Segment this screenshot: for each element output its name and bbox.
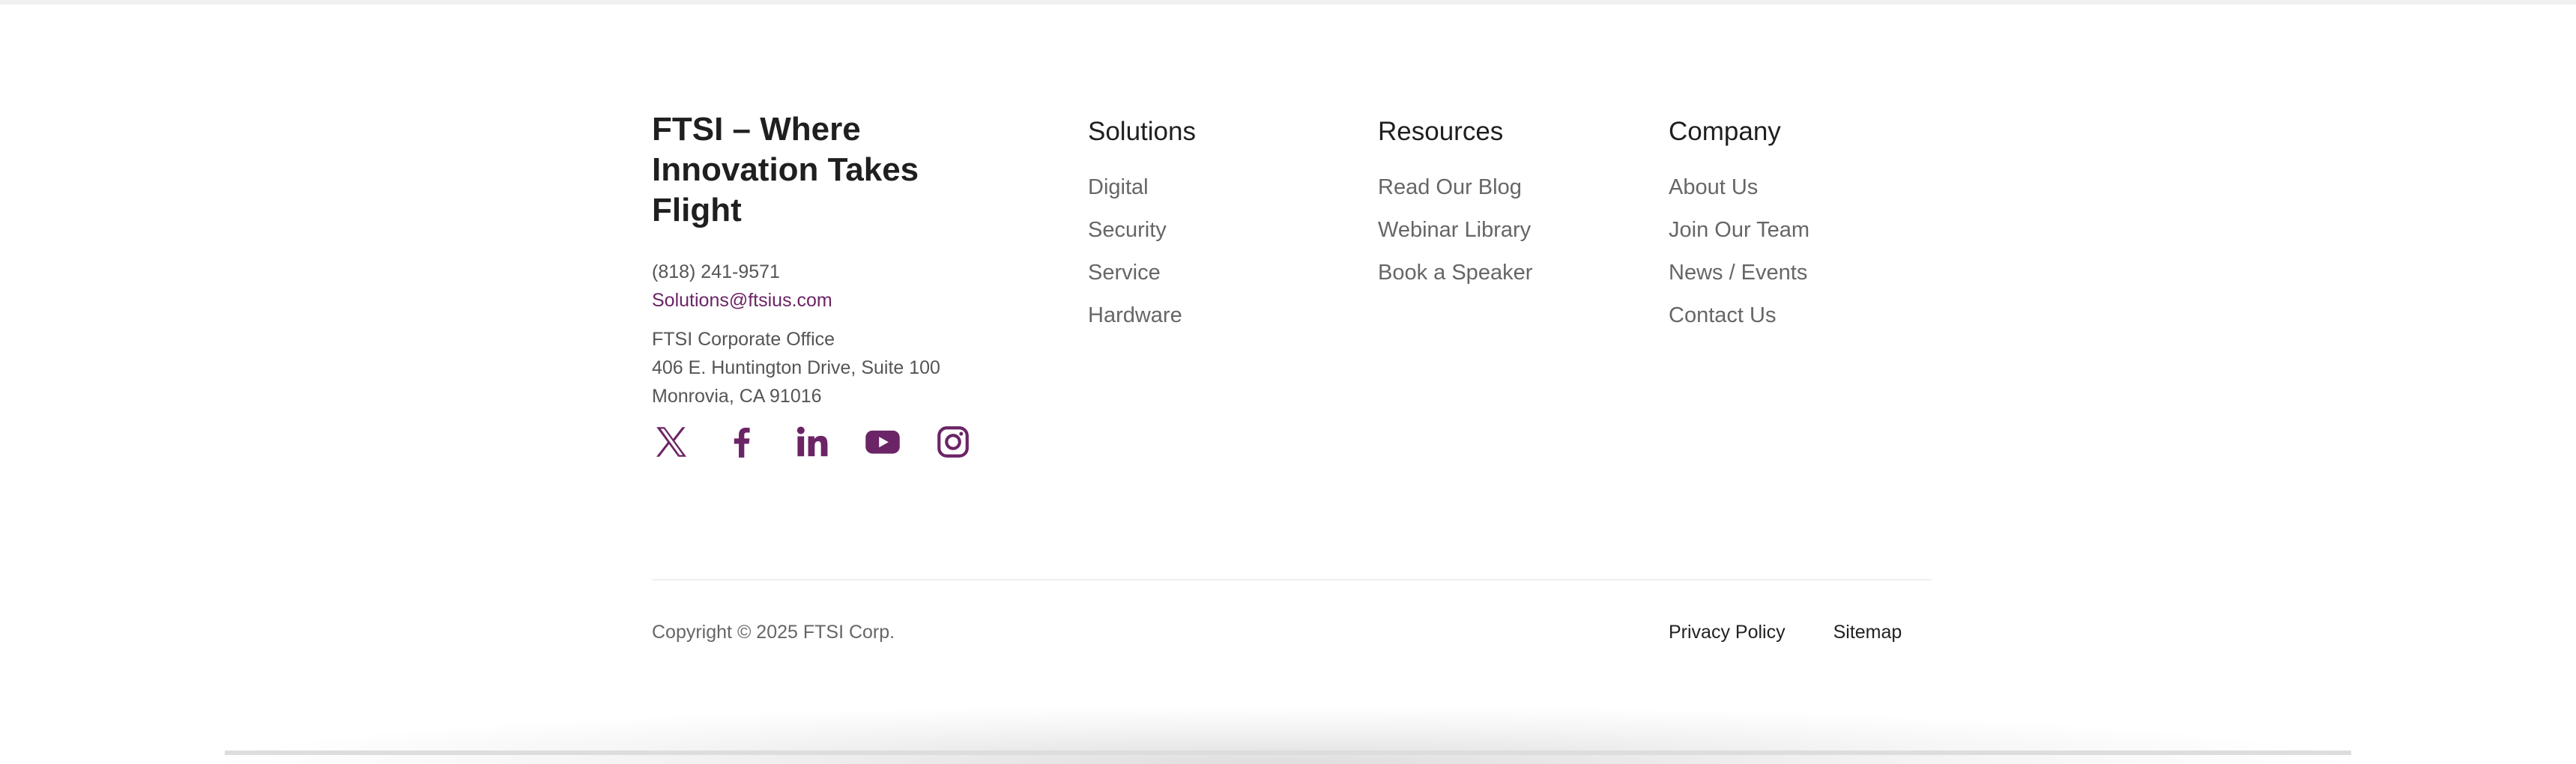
footer-address: FTSI Corporate Office 406 E. Huntington … bbox=[652, 325, 997, 410]
footer-divider bbox=[652, 579, 1932, 580]
address-line: 406 E. Huntington Drive, Suite 100 bbox=[652, 357, 940, 378]
footer-link-about-us[interactable]: About Us bbox=[1669, 166, 1809, 209]
footer-brand-column: FTSI – Where Innovation Takes Flight (81… bbox=[652, 109, 997, 461]
privacy-policy-link[interactable]: Privacy Policy bbox=[1669, 619, 1786, 646]
footer-link-contact-us[interactable]: Contact Us bbox=[1669, 294, 1809, 337]
facebook-icon[interactable] bbox=[722, 422, 761, 461]
footer-link-security[interactable]: Security bbox=[1088, 209, 1196, 252]
footer-brand-title: FTSI – Where Innovation Takes Flight bbox=[652, 111, 919, 228]
youtube-icon[interactable] bbox=[863, 422, 902, 461]
footer-column-solutions: Solutions Digital Security Service Hardw… bbox=[1088, 112, 1196, 337]
footer-link-hardware[interactable]: Hardware bbox=[1088, 294, 1196, 337]
x-icon[interactable] bbox=[652, 422, 691, 461]
footer-link-service[interactable]: Service bbox=[1088, 252, 1196, 294]
footer-link-blog[interactable]: Read Our Blog bbox=[1378, 166, 1532, 209]
footer-link-book-speaker[interactable]: Book a Speaker bbox=[1378, 252, 1532, 294]
footer-legal-links: Privacy Policy Sitemap bbox=[1669, 619, 1902, 646]
bottom-edge bbox=[225, 751, 2351, 755]
footer-column-heading: Resources bbox=[1378, 117, 1504, 146]
footer-link-join-our-team[interactable]: Join Our Team bbox=[1669, 209, 1809, 252]
linkedin-icon[interactable] bbox=[793, 422, 832, 461]
footer-column-resources: Resources Read Our Blog Webinar Library … bbox=[1378, 112, 1532, 294]
instagram-icon[interactable] bbox=[934, 422, 973, 461]
site-footer: FTSI – Where Innovation Takes Flight (81… bbox=[652, 0, 1932, 755]
footer-column-heading: Solutions bbox=[1088, 117, 1196, 146]
sitemap-link[interactable]: Sitemap bbox=[1833, 619, 1902, 646]
footer-column-heading: Company bbox=[1669, 117, 1781, 146]
footer-link-webinar-library[interactable]: Webinar Library bbox=[1378, 209, 1532, 252]
address-line: Monrovia, CA 91016 bbox=[652, 386, 822, 407]
footer-column-company: Company About Us Join Our Team News / Ev… bbox=[1669, 112, 1809, 337]
footer-link-news-events[interactable]: News / Events bbox=[1669, 252, 1809, 294]
footer-email-link[interactable]: Solutions@ftsius.com bbox=[652, 286, 997, 315]
footer-phone[interactable]: (818) 241-9571 bbox=[652, 258, 997, 286]
social-links bbox=[652, 422, 997, 461]
copyright-text: Copyright © 2025 FTSI Corp. bbox=[652, 622, 895, 643]
bottom-shadow bbox=[195, 704, 2368, 764]
footer-link-digital[interactable]: Digital bbox=[1088, 166, 1196, 209]
address-line: FTSI Corporate Office bbox=[652, 329, 835, 350]
